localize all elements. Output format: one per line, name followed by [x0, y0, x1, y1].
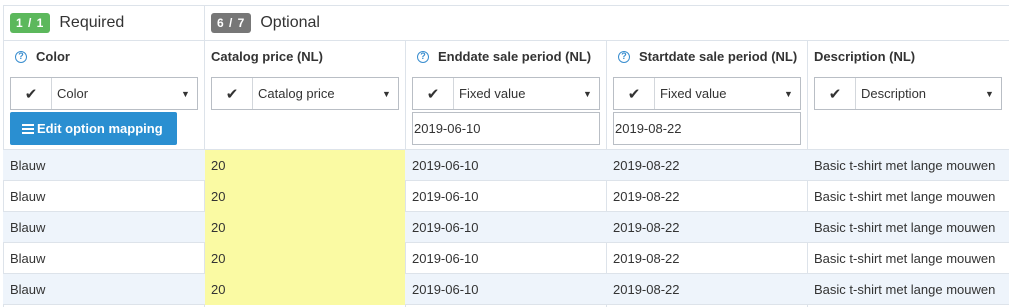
- select-value: Fixed value: [459, 86, 526, 101]
- cell-startdate: 2019-08-22: [607, 181, 807, 212]
- select-value: Description: [861, 86, 927, 101]
- column-header-label: Enddate sale period (NL): [438, 49, 592, 64]
- cell-startdate-value: 2019-08-22: [613, 282, 680, 297]
- help-icon[interactable]: ?: [618, 50, 630, 63]
- cell-color: Blauw: [4, 181, 204, 212]
- cell-startdate-value: 2019-08-22: [613, 158, 680, 173]
- cell-enddate: 2019-06-10: [406, 243, 606, 274]
- cell-color: Blauw: [4, 274, 204, 305]
- cell-description: Basic t-shirt met lange mouwen: [808, 274, 1008, 305]
- column-header-label: Description (NL): [814, 49, 916, 64]
- column-header-enddate: ? Enddate sale period (NL): [412, 41, 591, 72]
- select-value: Catalog price: [258, 86, 335, 101]
- chevron-down-icon: ▼: [382, 88, 391, 99]
- cell-startdate: 2019-08-22: [607, 274, 807, 305]
- check-icon: ✔: [815, 78, 856, 109]
- cell-catalog-price: 20: [205, 212, 405, 243]
- description-mapping-select[interactable]: ✔ Description ▼: [814, 77, 1002, 110]
- mapping-table: 1 / 1 Required 6 / 7 Optional ? Color Ca…: [0, 0, 1009, 307]
- color-mapping-select[interactable]: ✔ Color ▼: [10, 77, 198, 110]
- optional-group-header: 6 / 7 Optional: [211, 5, 320, 41]
- startdate-mapping-select[interactable]: ✔ Fixed value ▼: [613, 77, 801, 110]
- cell-catalog-price-value: 20: [211, 251, 226, 266]
- cell-color-value: Blauw: [10, 220, 46, 235]
- edit-option-mapping-button[interactable]: Edit option mapping: [10, 112, 177, 145]
- cell-description: Basic t-shirt met lange mouwen: [808, 181, 1008, 212]
- cell-color-value: Blauw: [10, 251, 46, 266]
- check-icon: ✔: [413, 78, 454, 109]
- help-icon[interactable]: ?: [417, 50, 429, 63]
- cell-enddate-value: 2019-06-10: [412, 158, 479, 173]
- optional-group-title: Optional: [260, 14, 320, 31]
- check-icon: ✔: [11, 78, 52, 109]
- column-header-label: Startdate sale period (NL): [639, 49, 798, 64]
- enddate-mapping-select[interactable]: ✔ Fixed value ▼: [412, 77, 600, 110]
- cell-catalog-price: 20: [205, 274, 405, 305]
- cell-startdate-value: 2019-08-22: [613, 220, 680, 235]
- select-value: Fixed value: [660, 86, 727, 101]
- enddate-fixed-value-input[interactable]: 2019-06-10: [412, 112, 600, 145]
- cell-enddate: 2019-06-10: [406, 150, 606, 181]
- cell-description-value: Basic t-shirt met lange mouwen: [814, 251, 996, 266]
- help-icon[interactable]: ?: [15, 50, 27, 63]
- cell-startdate-value: 2019-08-22: [613, 189, 680, 204]
- check-icon: ✔: [212, 78, 253, 109]
- required-count-badge: 1 / 1: [10, 13, 51, 33]
- column-header-description: Description (NL): [814, 41, 915, 72]
- chevron-down-icon: ▼: [784, 88, 793, 99]
- cell-enddate-value: 2019-06-10: [412, 189, 479, 204]
- edit-option-mapping-label: Edit option mapping: [37, 121, 163, 136]
- cell-startdate: 2019-08-22: [607, 212, 807, 243]
- cell-startdate: 2019-08-22: [607, 150, 807, 181]
- cell-description-value: Basic t-shirt met lange mouwen: [814, 189, 996, 204]
- cell-catalog-price-value: 20: [211, 189, 226, 204]
- cell-enddate: 2019-06-10: [406, 181, 606, 212]
- select-value: Color: [57, 86, 89, 101]
- cell-startdate-value: 2019-08-22: [613, 251, 680, 266]
- required-group-title: Required: [59, 14, 125, 31]
- catalog-price-mapping-select[interactable]: ✔ Catalog price ▼: [211, 77, 399, 110]
- input-value: 2019-06-10: [414, 121, 481, 136]
- optional-count-badge: 6 / 7: [211, 13, 252, 33]
- input-value: 2019-08-22: [615, 121, 682, 136]
- cell-enddate: 2019-06-10: [406, 274, 606, 305]
- cell-catalog-price: 20: [205, 181, 405, 212]
- chevron-down-icon: ▼: [583, 88, 592, 99]
- cell-catalog-price-value: 20: [211, 282, 226, 297]
- startdate-fixed-value-input[interactable]: 2019-08-22: [613, 112, 801, 145]
- cell-startdate: 2019-08-22: [607, 243, 807, 274]
- cell-description: Basic t-shirt met lange mouwen: [808, 212, 1008, 243]
- cell-enddate-value: 2019-06-10: [412, 220, 479, 235]
- cell-color: Blauw: [4, 212, 204, 243]
- column-header-label: Color: [36, 49, 70, 64]
- check-icon: ✔: [614, 78, 655, 109]
- cell-catalog-price-value: 20: [211, 158, 226, 173]
- cell-description: Basic t-shirt met lange mouwen: [808, 150, 1008, 181]
- cell-enddate-value: 2019-06-10: [412, 282, 479, 297]
- required-group-header: 1 / 1 Required: [10, 5, 124, 41]
- cell-color-value: Blauw: [10, 282, 46, 297]
- cell-enddate: 2019-06-10: [406, 212, 606, 243]
- cell-color-value: Blauw: [10, 189, 46, 204]
- cell-description-value: Basic t-shirt met lange mouwen: [814, 158, 996, 173]
- cell-catalog-price: 20: [205, 243, 405, 274]
- cell-catalog-price: 20: [205, 150, 405, 181]
- chevron-down-icon: ▼: [985, 88, 994, 99]
- chevron-down-icon: ▼: [181, 88, 190, 99]
- column-header-catalog-price: Catalog price (NL): [211, 41, 323, 72]
- column-header-label: Catalog price (NL): [211, 49, 323, 64]
- cell-description: Basic t-shirt met lange mouwen: [808, 243, 1008, 274]
- column-header-color: ? Color: [10, 41, 70, 72]
- cell-catalog-price-value: 20: [211, 220, 226, 235]
- list-icon: [22, 123, 34, 134]
- divider: [3, 5, 1009, 6]
- cell-enddate-value: 2019-06-10: [412, 251, 479, 266]
- cell-description-value: Basic t-shirt met lange mouwen: [814, 220, 996, 235]
- column-header-startdate: ? Startdate sale period (NL): [613, 41, 797, 72]
- cell-color-value: Blauw: [10, 158, 46, 173]
- cell-color: Blauw: [4, 243, 204, 274]
- cell-color: Blauw: [4, 150, 204, 181]
- cell-description-value: Basic t-shirt met lange mouwen: [814, 282, 996, 297]
